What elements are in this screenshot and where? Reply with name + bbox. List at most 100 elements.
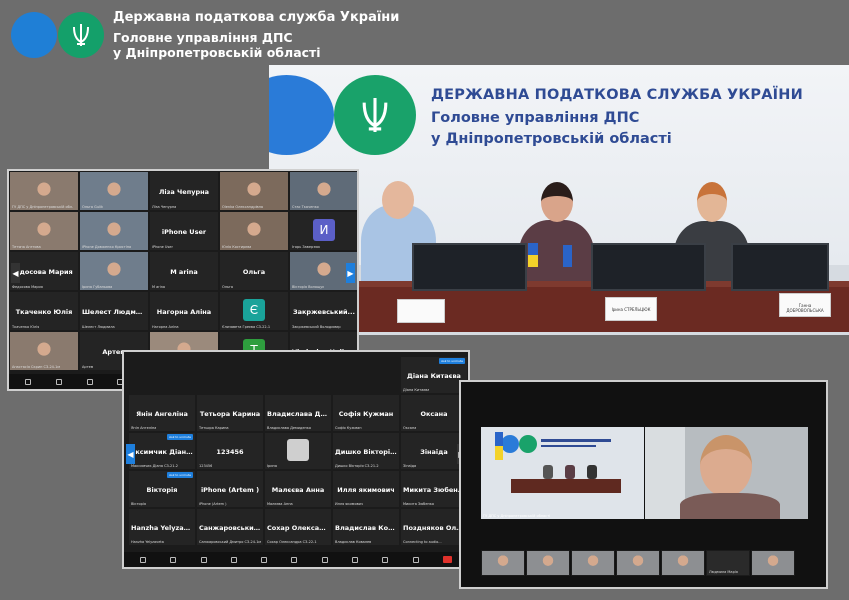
participants-icon[interactable] <box>230 556 237 563</box>
audio-icon[interactable] <box>25 378 32 385</box>
participant-tile[interactable]: iPhone User iPhone User <box>149 211 219 251</box>
participant-tile[interactable]: Шелест Людми... Шелест Людмила <box>79 291 149 331</box>
participant-tile[interactable]: 123456 123456 <box>196 432 264 470</box>
share-screen-icon[interactable] <box>291 556 298 563</box>
participant-label: Владислав Ковалев <box>335 540 372 544</box>
participant-name: Янін Ангеліна <box>136 410 188 419</box>
participant-name: Зінаїда <box>420 448 448 457</box>
participant-label: Ольга Gulik <box>82 205 104 209</box>
thumbnail-tile[interactable] <box>661 550 705 576</box>
participant-tile[interactable]: Янін Ангеліна Янін Ангеліна <box>128 394 196 432</box>
flag-ukraine-bottom <box>528 255 538 267</box>
participant-label: Hanzha Yelyzaveta <box>131 540 164 544</box>
participant-tile[interactable]: Оксана Оксана <box>400 394 468 432</box>
participant-tile[interactable]: Ірина <box>264 432 332 470</box>
participant-name: Сохар Олексан... <box>267 524 329 533</box>
participant-tile[interactable]: Анастасія Скрип СЗ-24-1м <box>9 331 79 371</box>
apps-icon[interactable] <box>382 556 389 563</box>
participant-tile[interactable]: Тетьора Карина Тетьора Карина <box>196 394 264 432</box>
video-icon[interactable] <box>170 556 177 563</box>
participant-tile[interactable]: Санжаровськи... Санжаровський Дмитро СЗ-2… <box>196 508 264 546</box>
security-icon[interactable] <box>86 378 93 385</box>
room-person-2 <box>565 465 575 479</box>
participant-tile[interactable]: Ольга Gulik <box>79 171 149 211</box>
wall-title: ДЕРЖАВНА ПОДАТКОВА СЛУЖБА УКРАЇНИ <box>431 87 803 103</box>
participant-tile[interactable]: ГУ ДПС у Дніпропетровській обл. <box>9 171 79 211</box>
chat-icon[interactable] <box>261 556 268 563</box>
participant-tile[interactable]: M arina M arina <box>149 251 219 291</box>
reactions-icon[interactable] <box>351 556 358 563</box>
participant-tile[interactable]: Дишко Вікторія... Дишко Вікторія СЗ-21-2 <box>332 432 400 470</box>
video-icon[interactable] <box>55 378 62 385</box>
participant-tile[interactable]: Тетяна Агетова <box>9 211 79 251</box>
thumbnail-tile[interactable] <box>481 550 525 576</box>
participant-label: Connecting to audio... <box>403 540 442 544</box>
participant-tile[interactable]: Ліза Чепурна Ліза Чепурна <box>149 171 219 211</box>
person-center-head <box>541 182 573 222</box>
ask-to-unmute-button[interactable]: Ask to unmute <box>439 358 465 364</box>
participant-tile[interactable]: Владислав Ков... Владислав Ковалев <box>332 508 400 546</box>
participant-tile[interactable]: Є Єлизавета Греєва СЗ-22-1 <box>219 291 289 331</box>
thumbnail-tile[interactable] <box>751 550 795 576</box>
thumbnail-tile[interactable] <box>571 550 615 576</box>
room-wall-text-2 <box>541 445 596 447</box>
participant-tile[interactable]: Ткаченко Юлія Ткаченко Юлія <box>9 291 79 331</box>
participant-tile[interactable]: Діана Китаєва Діана Китаєва Ask to unmute <box>400 356 468 394</box>
participant-tile[interactable]: Софія Кужман Софія Кужман <box>332 394 400 432</box>
thumbnail-tile[interactable]: Людмила Марія <box>706 550 750 576</box>
ask-to-unmute-button[interactable]: Ask to unmute <box>167 472 193 478</box>
prev-page-arrow-2[interactable]: ◀ <box>126 444 135 464</box>
participant-tile[interactable]: Стас Ткаченко <box>289 171 357 211</box>
participant-tile[interactable]: Илля якимович Илля якимович <box>332 470 400 508</box>
end-meeting-button-2[interactable] <box>442 556 452 563</box>
participant-tile[interactable]: Микита Зюбенко Микита Зюбенко <box>400 470 468 508</box>
security-icon[interactable] <box>200 556 207 563</box>
participant-label: iPhone Довженко Кристіна <box>82 245 132 249</box>
participant-label: Сохар Олександра СЗ-22-1 <box>267 540 317 544</box>
participant-label: iPhone User <box>152 245 173 249</box>
record-icon[interactable] <box>321 556 328 563</box>
monitor-2 <box>591 243 706 291</box>
thumbnail-tile[interactable] <box>526 550 570 576</box>
participant-label: Ткаченко Юлія <box>12 325 40 329</box>
participant-name: Закржевський... <box>293 307 355 316</box>
participant-name: 123456 <box>216 448 244 457</box>
participant-tile[interactable]: И Ігорь Заверзюк <box>289 211 357 251</box>
participant-label: Микита Зюбенко <box>403 502 435 506</box>
participant-name: Тетьора Карина <box>199 410 261 419</box>
next-page-arrow[interactable]: ▶ <box>346 263 355 283</box>
participant-tile[interactable]: Вікторія Вікторія Ask to unmute <box>128 470 196 508</box>
audio-icon[interactable] <box>140 556 147 563</box>
participant-name: Малєєва Анна <box>271 486 325 495</box>
participant-tile[interactable]: Hanzha Yelyzav... Hanzha Yelyzaveta <box>128 508 196 546</box>
participant-name: Поздняков Оле... <box>403 524 465 533</box>
nameplate-3: Ганна ДОБРОВОЛЬСЬКА <box>779 293 831 317</box>
participant-name: Софія Кужман <box>338 410 394 419</box>
participant-tile[interactable]: Ірина Губаньова <box>79 251 149 291</box>
more-icon[interactable] <box>412 556 419 563</box>
participant-tile[interactable]: Нагорна Аліна Нагорна Аліна <box>149 291 219 331</box>
participant-tile[interactable]: Сохар Олексан... Сохар Олександра СЗ-22-1 <box>264 508 332 546</box>
participant-name: Вікторія <box>146 486 178 495</box>
trident-logo-icon <box>58 12 104 58</box>
participant-tile[interactable]: аксимчик Діан... Максимчик Діана СЗ-21-2 A… <box>128 432 196 470</box>
participant-tile[interactable]: iPhone (Artem ) iPhone (Artem ) <box>196 470 264 508</box>
prev-page-arrow[interactable]: ◀ <box>11 263 20 283</box>
flag-ukraine-top <box>528 243 538 255</box>
header-subtitle-1: Головне управління ДПС <box>113 30 293 45</box>
participant-tile[interactable]: Закржевський... Закржевський Володимир <box>289 291 357 331</box>
thumbnail-tile[interactable] <box>616 550 660 576</box>
person-right-head <box>697 182 727 222</box>
participant-tile[interactable]: Поздняков Оле... Connecting to audio... <box>400 508 468 546</box>
participant-name: Ольга <box>242 267 266 276</box>
participant-tile[interactable]: Оlenka Олександрівна <box>219 171 289 211</box>
participant-tile[interactable]: Владислава Де... Владислава Демиденко <box>264 394 332 432</box>
person-left-head <box>382 181 414 219</box>
participant-tile[interactable]: Юлія Костирєва <box>219 211 289 251</box>
ask-to-unmute-button[interactable]: Ask to unmute <box>167 434 193 440</box>
participant-name: Шелест Людми... <box>82 307 146 316</box>
participant-tile[interactable]: Ольга Ольга <box>219 251 289 291</box>
participant-tile[interactable]: Малєєва Анна Малєєва Анна <box>264 470 332 508</box>
participant-label: Янін Ангеліна <box>131 426 157 430</box>
participant-tile[interactable]: iPhone Довженко Кристіна <box>79 211 149 251</box>
